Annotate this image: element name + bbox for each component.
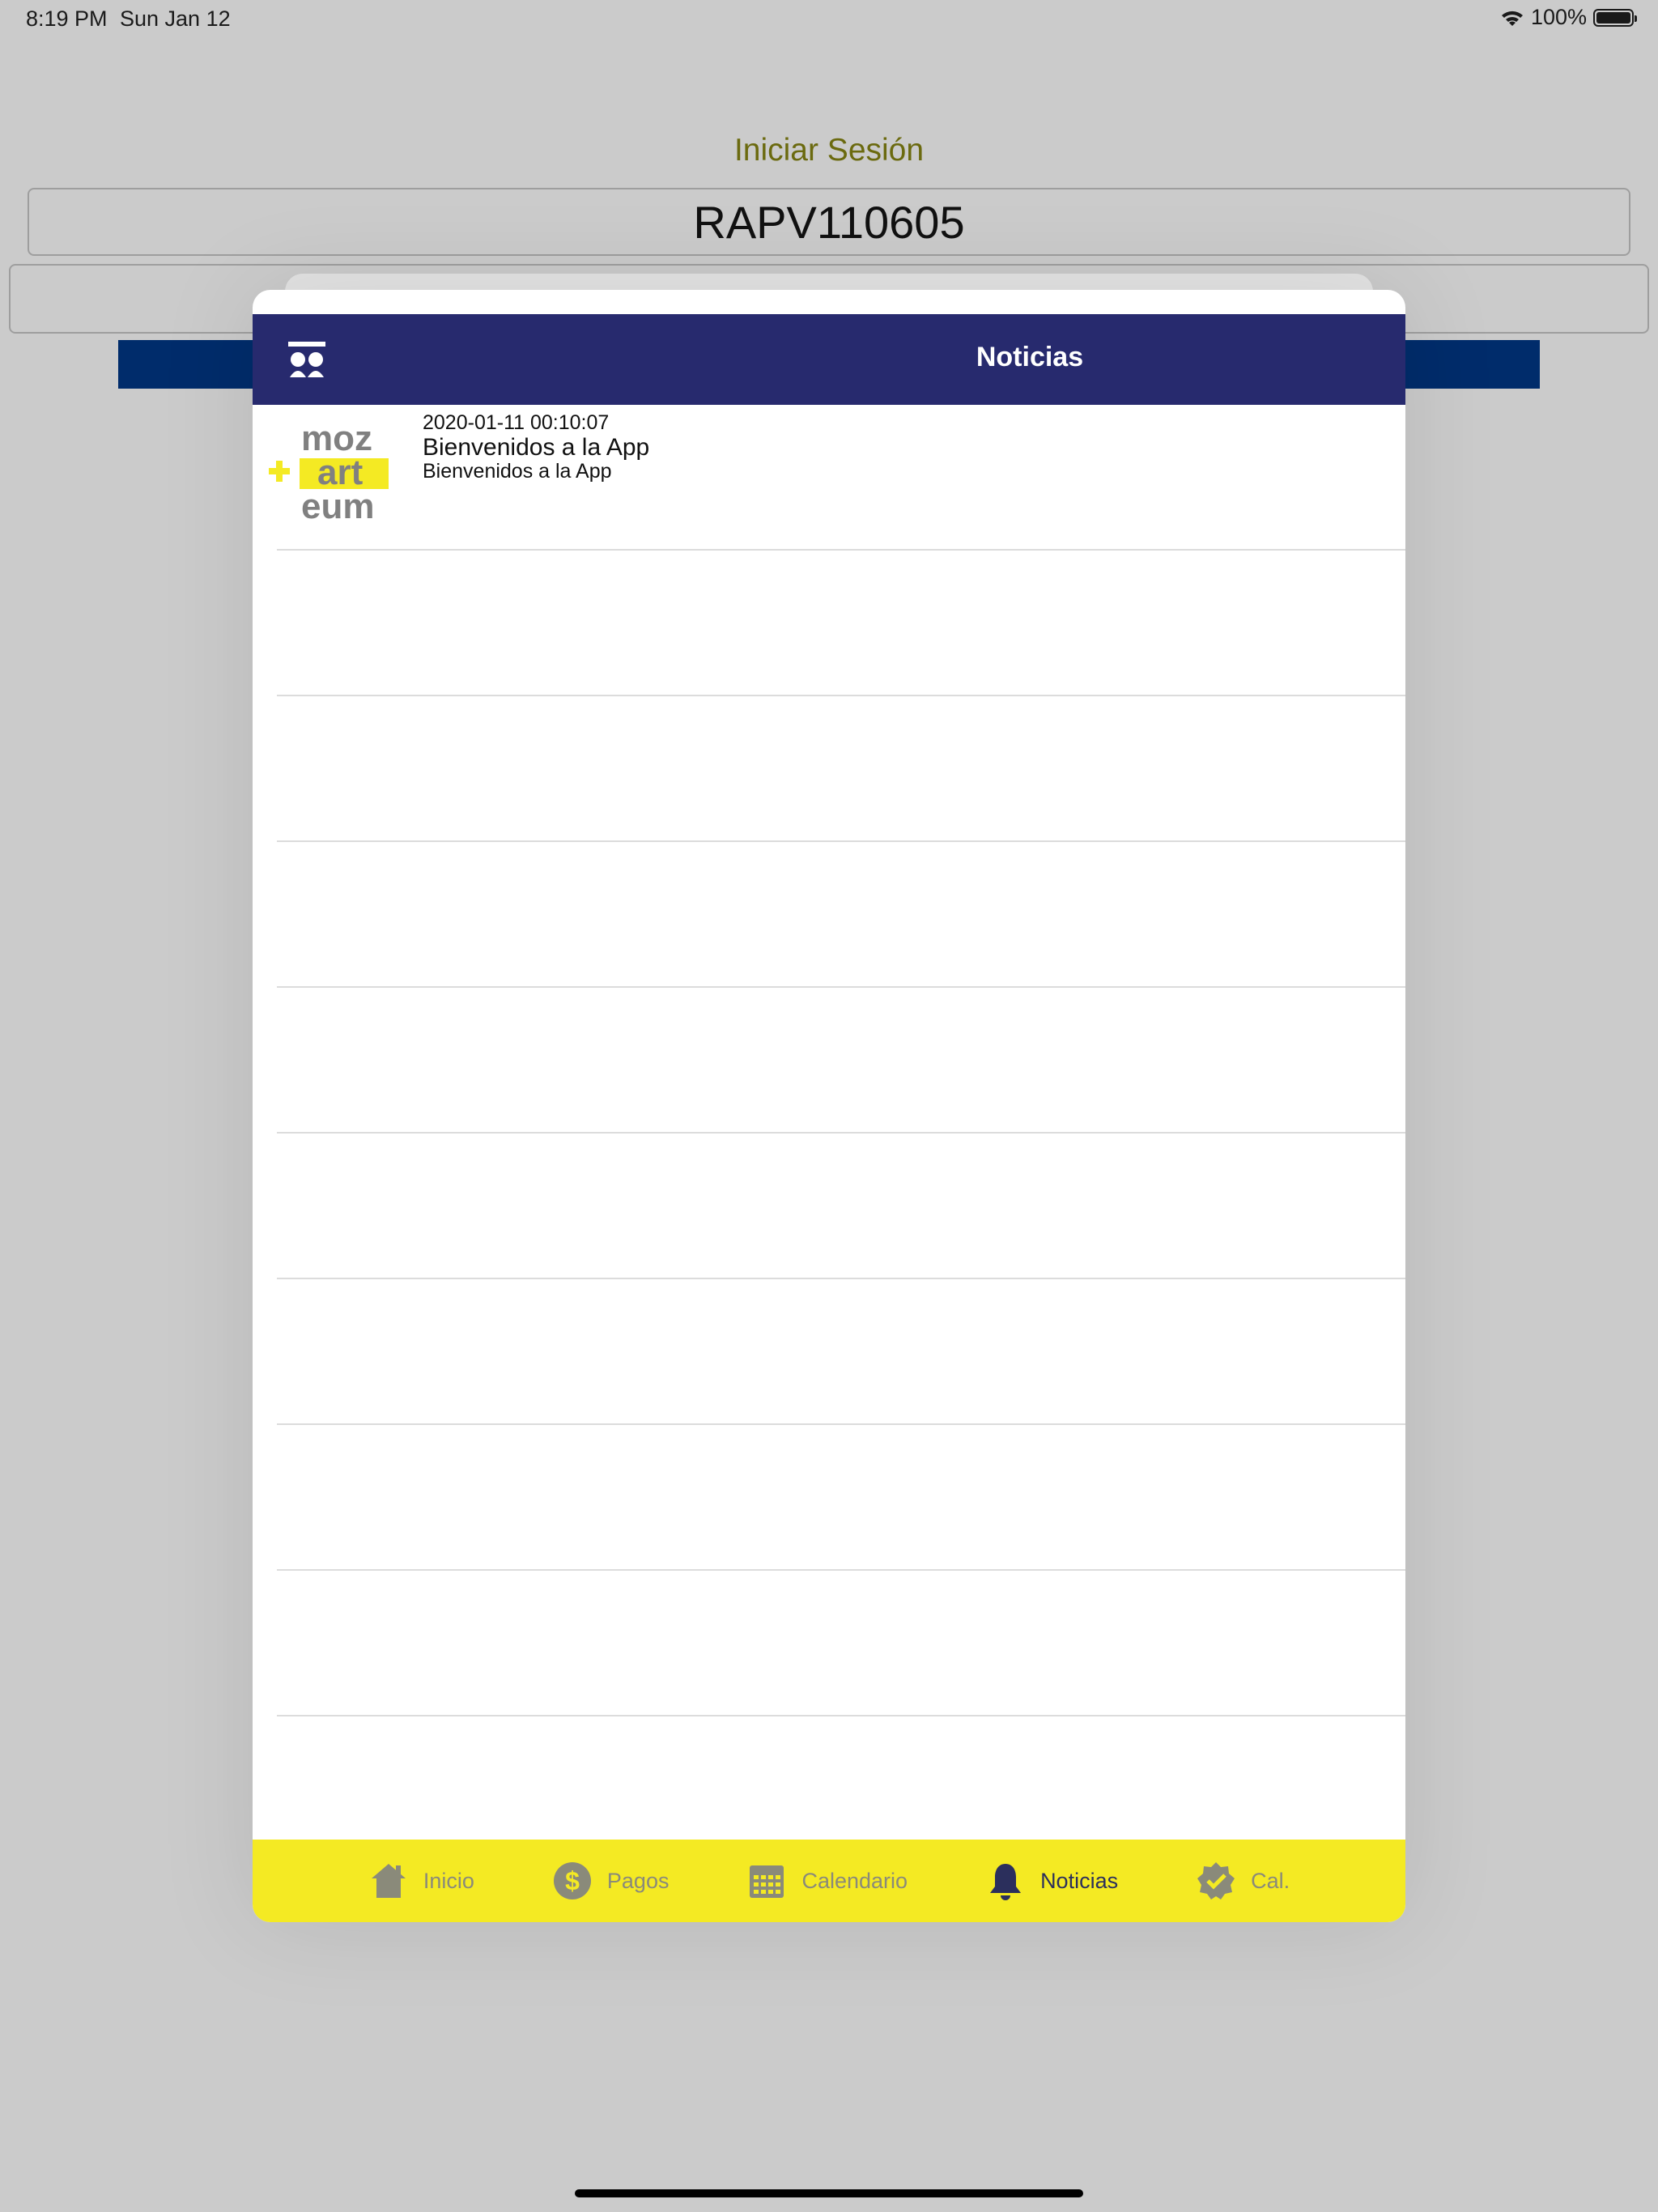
mozarteum-logo: moz art eum xyxy=(269,419,389,521)
status-right: 100% xyxy=(1500,5,1637,30)
battery-icon xyxy=(1593,8,1637,27)
tab-label: Inicio xyxy=(423,1868,474,1893)
list-item xyxy=(253,551,1405,696)
tab-calendario[interactable]: Calendario xyxy=(708,1840,946,1922)
home-icon xyxy=(371,1864,406,1898)
battery-percent: 100% xyxy=(1530,5,1587,29)
news-date: 2020-01-11 00:10:07 xyxy=(423,411,610,434)
status-date: Sun Jan 12 xyxy=(120,6,231,31)
status-time: 8:19 PM xyxy=(26,6,108,31)
tab-label: Pagos xyxy=(606,1868,670,1893)
tab-cal[interactable]: Cal. xyxy=(1157,1840,1329,1922)
list-item xyxy=(253,1279,1405,1425)
bell-icon xyxy=(990,1864,1022,1900)
logo-text-eum: eum xyxy=(301,487,374,521)
login-title: Iniciar Sesión xyxy=(733,133,925,168)
calendar-icon xyxy=(750,1865,784,1898)
tab-label: Calendario xyxy=(801,1868,908,1893)
row-separator xyxy=(277,1715,1405,1716)
tab-inicio[interactable]: Inicio xyxy=(329,1840,513,1922)
list-item xyxy=(253,842,1405,988)
tab-label: Cal. xyxy=(1251,1868,1290,1893)
news-title: Bienvenidos a la App xyxy=(423,434,650,461)
tab-label: Noticias xyxy=(1040,1868,1119,1893)
dollar-icon: $ xyxy=(553,1862,591,1899)
list-item xyxy=(253,1425,1405,1571)
list-item xyxy=(253,696,1405,842)
news-body: Bienvenidos a la App xyxy=(423,460,612,483)
news-list: moz art eum 2020-01-11 00:10:07 Bienveni… xyxy=(253,405,1405,1840)
tab-noticias[interactable]: Noticias xyxy=(946,1840,1157,1922)
wifi-icon xyxy=(1501,11,1523,26)
list-item xyxy=(253,988,1405,1134)
list-item xyxy=(253,1571,1405,1716)
badge-check-icon xyxy=(1197,1862,1235,1899)
home-indicator[interactable] xyxy=(575,2189,1083,2197)
svg-text:$: $ xyxy=(565,1866,580,1895)
nav-title: Noticias xyxy=(976,342,1084,372)
status-bar: 8:19 PM Sun Jan 12 100% xyxy=(0,0,1658,39)
list-item xyxy=(253,1134,1405,1279)
tab-pagos[interactable]: $ Pagos xyxy=(513,1840,708,1922)
nav-bar: Noticias xyxy=(253,314,1405,405)
people-icon[interactable] xyxy=(287,340,327,379)
tab-bar: Inicio $ Pagos Calendario Noticias Cal. xyxy=(253,1840,1405,1922)
list-item[interactable]: moz art eum 2020-01-11 00:10:07 Bienveni… xyxy=(253,405,1405,551)
news-modal: Noticias moz art eum 2020-01-11 00:10:07… xyxy=(253,290,1405,1922)
username-field[interactable]: RAPV110605 xyxy=(28,188,1630,256)
